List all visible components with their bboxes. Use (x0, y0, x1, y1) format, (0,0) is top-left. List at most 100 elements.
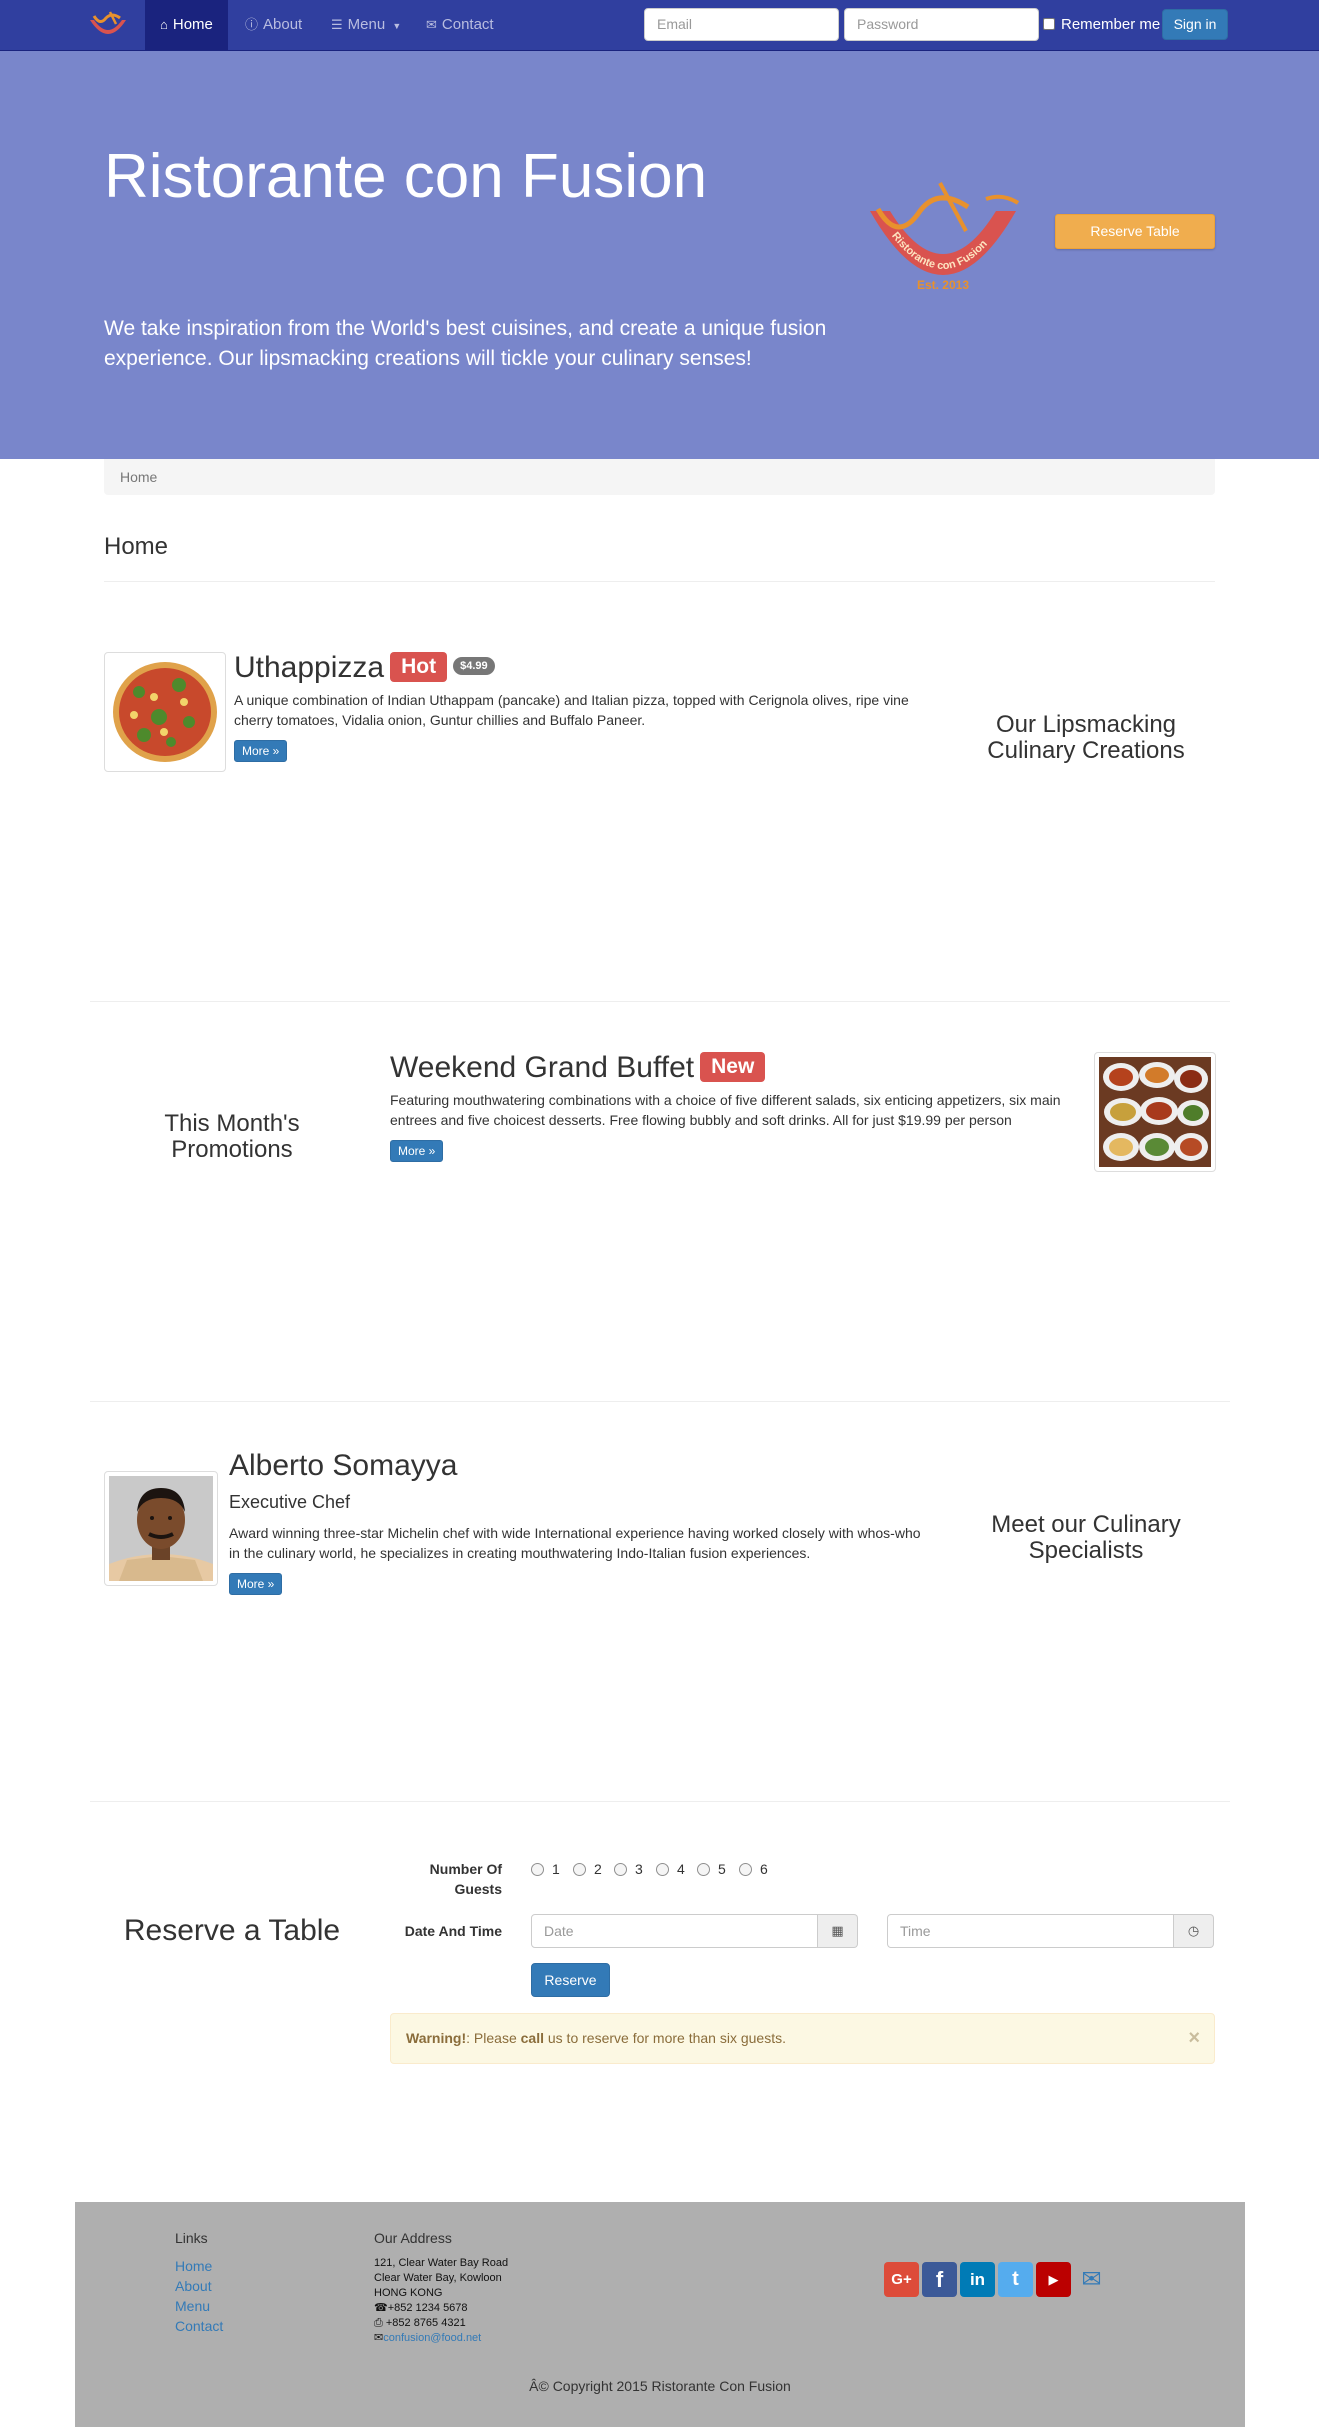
footer-link-menu[interactable]: Menu (175, 2298, 210, 2314)
copyright: Â© Copyright 2015 Ristorante Con Fusion (529, 2378, 791, 2394)
reserve-heading: Reserve a Table (123, 1914, 341, 1947)
promotion-name: Weekend Grand Buffet (390, 1051, 695, 1084)
address-line: HONG KONG (374, 2287, 443, 2299)
leader-section-heading: Meet our Culinary Specialists (991, 1511, 1181, 1564)
footer-email[interactable]: confusion@food.net (383, 2332, 481, 2344)
footer-address: 121, Clear Water Bay Road Clear Water Ba… (374, 2256, 508, 2346)
guests-option-6[interactable]: 6 (739, 1862, 768, 1876)
signin-button[interactable]: Sign in (1162, 9, 1228, 40)
radio-icon[interactable] (573, 1863, 586, 1876)
footer-link-home[interactable]: Home (175, 2258, 212, 2274)
radio-icon[interactable] (614, 1863, 627, 1876)
dish-title: Uthappizza Hot $4.99 (234, 651, 495, 685)
datetime-label: Date And Time (404, 1923, 502, 1939)
leader-description: Award winning three-star Michelin chef w… (229, 1525, 921, 1561)
caret-down-icon: ▼ (392, 21, 402, 31)
alert-suffix: us to reserve for more than six guests. (543, 2030, 786, 2046)
divider (90, 1801, 1230, 1802)
restaurant-title: Ristorante con Fusion (104, 142, 708, 211)
info-circle-icon: ⓘ (245, 17, 259, 32)
envelope-icon: ✉ (426, 17, 437, 32)
list-icon: ☰ (331, 17, 343, 32)
guests-option-label: 1 (552, 1861, 560, 1877)
guests-label: Number Of Guests (429, 1861, 502, 1897)
nav-menu[interactable]: ☰ Menu ▼ (316, 0, 416, 50)
email-input[interactable]: Email (644, 8, 839, 41)
nav-contact-label: Contact (441, 16, 494, 33)
navbar: ⌂ Home ⓘ About ☰ Menu ▼ ✉ Contact Email Pass… (0, 0, 1319, 51)
dish-section-heading: Our Lipsmacking Culinary Creations (987, 711, 1185, 764)
guests-option-2[interactable]: 2 (573, 1862, 602, 1876)
linkedin-icon[interactable]: in (960, 2262, 995, 2297)
footer-link-contact[interactable]: Contact (175, 2318, 223, 2334)
youtube-icon[interactable]: ▶ (1036, 2262, 1071, 2297)
twitter-icon[interactable]: t (998, 2262, 1033, 2297)
reserve-table-button[interactable]: Reserve Table (1055, 214, 1215, 249)
promotion-section-heading: This Month's Promotions (164, 1110, 300, 1163)
guests-option-4[interactable]: 4 (656, 1862, 685, 1876)
divider (90, 1401, 1230, 1402)
alert-strong: Warning! (406, 2030, 467, 2046)
breadcrumb: Home (104, 459, 1215, 495)
dish-image (104, 652, 226, 772)
promotion-image (1094, 1052, 1216, 1172)
restaurant-logo: Ristorante con Fusion Est. 2013 (870, 182, 1020, 292)
radio-icon[interactable] (656, 1863, 669, 1876)
calendar-icon[interactable]: ▦ (818, 1914, 858, 1948)
price-badge: $4.99 (453, 657, 495, 675)
dish-more-button[interactable]: More » (234, 740, 288, 762)
radio-icon[interactable] (697, 1863, 710, 1876)
dish-description: A unique combination of Indian Uthappam … (234, 692, 909, 728)
guests-option-5[interactable]: 5 (697, 1862, 726, 1876)
footer-link-about[interactable]: About (175, 2278, 212, 2294)
new-label: New (700, 1052, 766, 1082)
close-icon[interactable]: × (1188, 2014, 1200, 2063)
hot-label: Hot (390, 652, 448, 682)
phone-icon: ☎ (374, 2302, 388, 2314)
radio-icon[interactable] (531, 1863, 544, 1876)
password-input[interactable]: Password (844, 8, 1039, 41)
page-title: Home (104, 533, 169, 560)
nav-home-label: Home (172, 16, 213, 33)
divider (104, 581, 1215, 582)
envelope-icon: ✉ (374, 2332, 384, 2344)
nav-about-label: About (263, 16, 303, 33)
google-plus-icon[interactable]: G+ (884, 2262, 919, 2297)
guests-option-3[interactable]: 3 (614, 1862, 643, 1876)
guests-option-label: 6 (760, 1861, 768, 1877)
guests-option-1[interactable]: 1 (531, 1862, 560, 1876)
fax-icon: ⎙ (374, 2317, 383, 2329)
leader-name: Alberto Somayya (229, 1449, 458, 1482)
clock-icon[interactable]: ◷ (1174, 1914, 1214, 1948)
promotion-title: Weekend Grand Buffet New (390, 1051, 766, 1085)
home-icon: ⌂ (160, 17, 168, 32)
mail-icon[interactable]: ✉ (1074, 2262, 1109, 2297)
footer-links-heading: Links (175, 2230, 208, 2246)
phone-number: +852 1234 5678 (387, 2302, 468, 2314)
radio-icon[interactable] (739, 1863, 752, 1876)
leader-image (104, 1471, 218, 1586)
nav-home[interactable]: ⌂ Home (145, 0, 228, 50)
leader-designation: Executive Chef (229, 1492, 351, 1512)
remember-label: Remember me (1061, 16, 1161, 33)
leader-more-button[interactable]: More » (229, 1573, 283, 1595)
brand-logo[interactable] (86, 8, 130, 44)
nav-about[interactable]: ⓘ About (230, 0, 317, 50)
facebook-icon[interactable]: f (922, 2262, 957, 2297)
time-input[interactable]: Time (887, 1914, 1174, 1948)
logo-est: Est. 2013 (917, 278, 969, 292)
reserve-submit-button[interactable]: Reserve (531, 1963, 610, 1997)
footer-address-heading: Our Address (374, 2230, 452, 2246)
date-input[interactable]: Date (531, 1914, 818, 1948)
promotion-more-button[interactable]: More » (390, 1140, 444, 1162)
nav-menu-label: Menu (347, 16, 386, 33)
breadcrumb-home[interactable]: Home (120, 469, 157, 485)
guests-option-label: 5 (718, 1861, 726, 1877)
jumbotron: Ristorante con Fusion We take inspiratio… (0, 51, 1319, 459)
guests-option-label: 4 (677, 1861, 685, 1877)
address-line: 121, Clear Water Bay Road (374, 2257, 509, 2269)
remember-me[interactable]: Remember me (1043, 16, 1160, 33)
nav-contact[interactable]: ✉ Contact (411, 0, 509, 50)
remember-checkbox[interactable] (1043, 18, 1055, 30)
warning-alert: Warning!: Please call us to reserve for … (390, 2013, 1215, 2064)
